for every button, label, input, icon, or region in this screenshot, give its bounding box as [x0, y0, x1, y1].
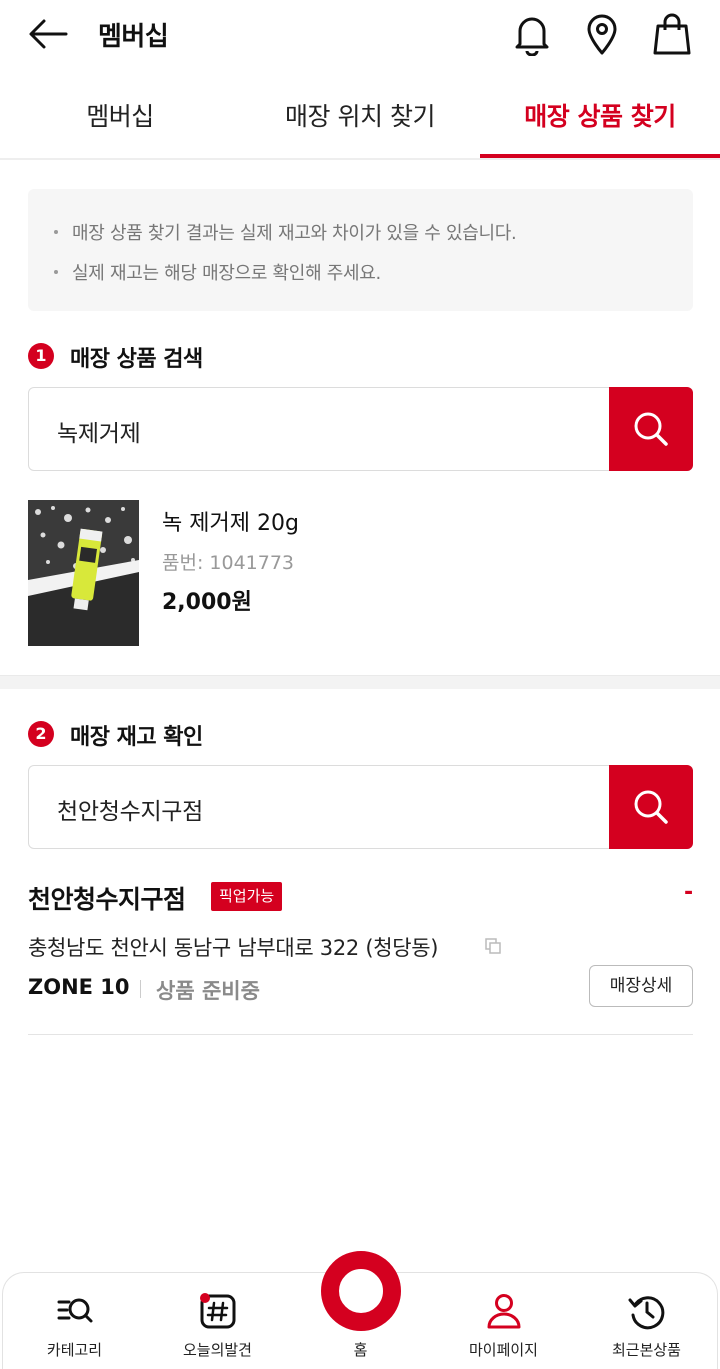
product-image[interactable]: [28, 500, 139, 646]
nav-label: 마이페이지: [468, 1341, 538, 1359]
tab-membership[interactable]: 멤버십: [0, 78, 240, 158]
store-zone: ZONE 10: [28, 975, 130, 999]
step-number-badge: 1: [28, 343, 54, 369]
tab-bar: 멤버십 매장 위치 찾기 매장 상품 찾기: [0, 78, 720, 160]
history-icon: [628, 1296, 664, 1330]
store-address: 충청남도 천안시 동남구 남부대로 322 (청당동): [28, 936, 439, 960]
store-name: 천안청수지구점: [28, 885, 186, 914]
category-search-icon: [57, 1298, 92, 1323]
top-app-bar: 멤버십: [0, 0, 720, 70]
nav-label: 최근본상품: [611, 1341, 681, 1359]
nav-my-page[interactable]: 마이페이지: [432, 1273, 575, 1369]
section-title: 매장 재고 확인: [70, 725, 203, 750]
product-search-field[interactable]: 녹제거제: [28, 387, 693, 471]
copy-address-button[interactable]: [484, 937, 502, 955]
location-pin-icon: [587, 14, 617, 55]
bell-icon: [515, 17, 549, 57]
notice-item: 실제 재고는 해당 매장으로 확인해 주세요.: [54, 259, 381, 285]
home-ring-icon[interactable]: [321, 1251, 401, 1331]
bullet-icon: [54, 230, 58, 234]
store-search-input[interactable]: 천안청수지구점: [57, 792, 203, 826]
copy-icon: [485, 938, 501, 954]
shopping-bag-icon: [653, 13, 691, 55]
back-button[interactable]: [26, 14, 70, 54]
list-divider: [28, 1034, 693, 1035]
arrow-left-icon: [29, 19, 68, 49]
product-price: 2,000원: [162, 590, 252, 615]
hashtag-icon: [199, 1293, 235, 1329]
person-icon: [487, 1294, 520, 1329]
product-search-input[interactable]: 녹제거제: [57, 414, 141, 448]
product-search-button[interactable]: [609, 387, 693, 471]
store-location-button[interactable]: [581, 12, 623, 56]
zone-separator: [140, 980, 141, 998]
stock-status: 상품 준비중: [156, 979, 260, 1003]
section-title: 매장 상품 검색: [70, 347, 203, 372]
tab-store-location[interactable]: 매장 위치 찾기: [240, 78, 480, 158]
store-search-button[interactable]: [609, 765, 693, 849]
notice-item: 매장 상품 찾기 결과는 실제 재고와 차이가 있을 수 있습니다.: [54, 219, 517, 245]
product-name[interactable]: 녹 제거제 20g: [162, 505, 299, 537]
active-tab-indicator: [480, 154, 720, 158]
nav-label: 오늘의발견: [182, 1341, 252, 1359]
pickup-badge: 픽업가능: [211, 882, 283, 911]
section-divider: [0, 675, 720, 689]
cart-button[interactable]: [651, 12, 693, 56]
step-number-badge: 2: [28, 721, 54, 747]
notification-button[interactable]: [511, 12, 553, 57]
store-search-field[interactable]: 천안청수지구점: [28, 765, 693, 849]
nav-category[interactable]: 카테고리: [3, 1273, 146, 1369]
search-icon: [634, 790, 668, 824]
notice-box: 매장 상품 찾기 결과는 실제 재고와 차이가 있을 수 있습니다. 실제 재고…: [28, 189, 693, 311]
product-code: 품번: 1041773: [162, 552, 295, 574]
search-icon: [634, 412, 668, 446]
tab-store-product[interactable]: 매장 상품 찾기: [480, 78, 720, 158]
nav-recent-products[interactable]: 최근본상품: [575, 1273, 718, 1369]
notice-text: 실제 재고는 해당 매장으로 확인해 주세요.: [72, 263, 381, 284]
nav-label: 홈: [353, 1341, 368, 1359]
stock-mark: -: [684, 880, 694, 905]
store-detail-button[interactable]: 매장상세: [589, 965, 693, 1007]
notice-text: 매장 상품 찾기 결과는 실제 재고와 차이가 있을 수 있습니다.: [72, 223, 517, 244]
bullet-icon: [54, 270, 58, 274]
nav-today-discovery[interactable]: 오늘의발견: [146, 1273, 289, 1369]
page-title: 멤버십: [98, 22, 169, 52]
nav-label: 카테고리: [46, 1341, 103, 1359]
